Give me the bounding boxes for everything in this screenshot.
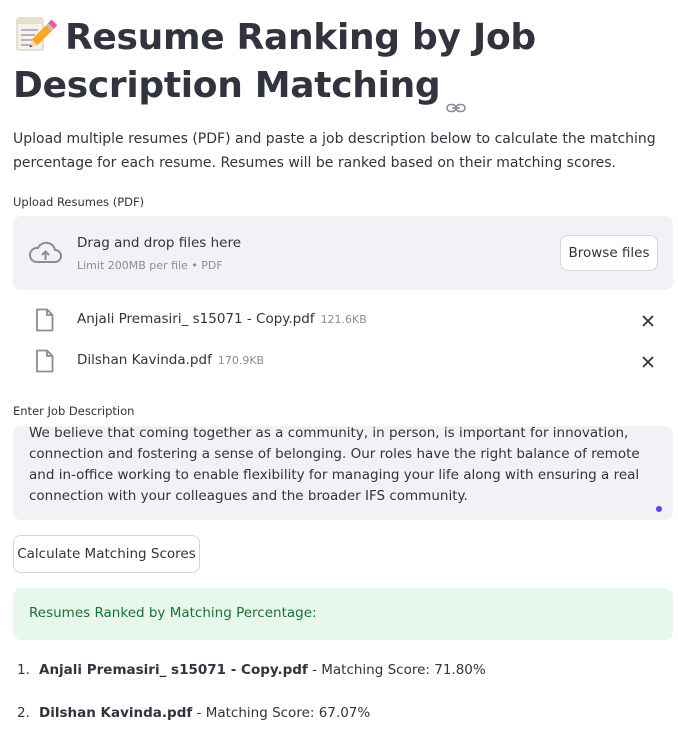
matching-score: 67.07% <box>318 705 371 721</box>
resume-name: Anjali Premasiri_ s15071 - Copy.pdf <box>39 662 308 678</box>
memo-icon <box>13 15 58 53</box>
calculate-scores-button[interactable]: Calculate Matching Scores <box>13 535 200 573</box>
job-description-label: Enter Job Description <box>13 404 135 418</box>
rank-number: 1. <box>17 662 30 678</box>
dropzone-subtitle: Limit 200MB per file • PDF <box>77 259 223 272</box>
list-item: 1. Anjali Premasiri_ s15071 - Copy.pdf - … <box>13 654 673 697</box>
uploaded-file-item: Dilshan Kavinda.pdf 170.9KB <box>13 341 673 381</box>
remove-file-close-icon[interactable] <box>641 313 655 327</box>
link-icon[interactable] <box>446 80 467 113</box>
score-prefix: - Matching Score: <box>307 662 435 678</box>
resume-name: Dilshan Kavinda.pdf <box>39 705 193 721</box>
browse-files-button[interactable]: Browse files <box>560 235 658 271</box>
job-description-text[interactable]: We believe that coming together as a com… <box>29 426 659 507</box>
matching-score: 71.80% <box>434 662 486 678</box>
file-size: 170.9KB <box>217 354 265 367</box>
file-name: Anjali Premasiri_ s15071 - Copy.pdf <box>77 311 315 327</box>
file-dropzone[interactable]: Drag and drop files here Limit 200MB per… <box>13 216 673 290</box>
page-description: Upload multiple resumes (PDF) and paste … <box>13 131 656 171</box>
cloud-upload-icon <box>27 240 63 268</box>
file-name: Dilshan Kavinda.pdf <box>77 352 212 368</box>
list-item: 2. Dilshan Kavinda.pdf - Matching Score: … <box>13 697 673 740</box>
score-prefix: - Matching Score: <box>192 705 319 721</box>
uploaded-file-item: Anjali Premasiri_ s15071 - Copy.pdf 121.6… <box>13 300 673 340</box>
upload-label: Upload Resumes (PDF) <box>13 195 145 209</box>
ranked-results-list: 1. Anjali Premasiri_ s15071 - Copy.pdf - … <box>13 654 673 740</box>
file-icon <box>35 308 54 332</box>
dropzone-title: Drag and drop files here <box>77 235 242 251</box>
remove-file-close-icon[interactable] <box>641 354 655 368</box>
rank-number: 2. <box>17 705 30 721</box>
success-alert: Resumes Ranked by Matching Percentage: <box>13 588 673 640</box>
job-description-textarea[interactable]: We believe that coming together as a com… <box>13 426 673 520</box>
file-size: 121.6KB <box>320 313 367 326</box>
resize-handle-icon[interactable] <box>656 506 662 512</box>
page-title: Resume Ranking by Job Description Matchi… <box>13 14 663 113</box>
file-icon <box>35 349 54 373</box>
